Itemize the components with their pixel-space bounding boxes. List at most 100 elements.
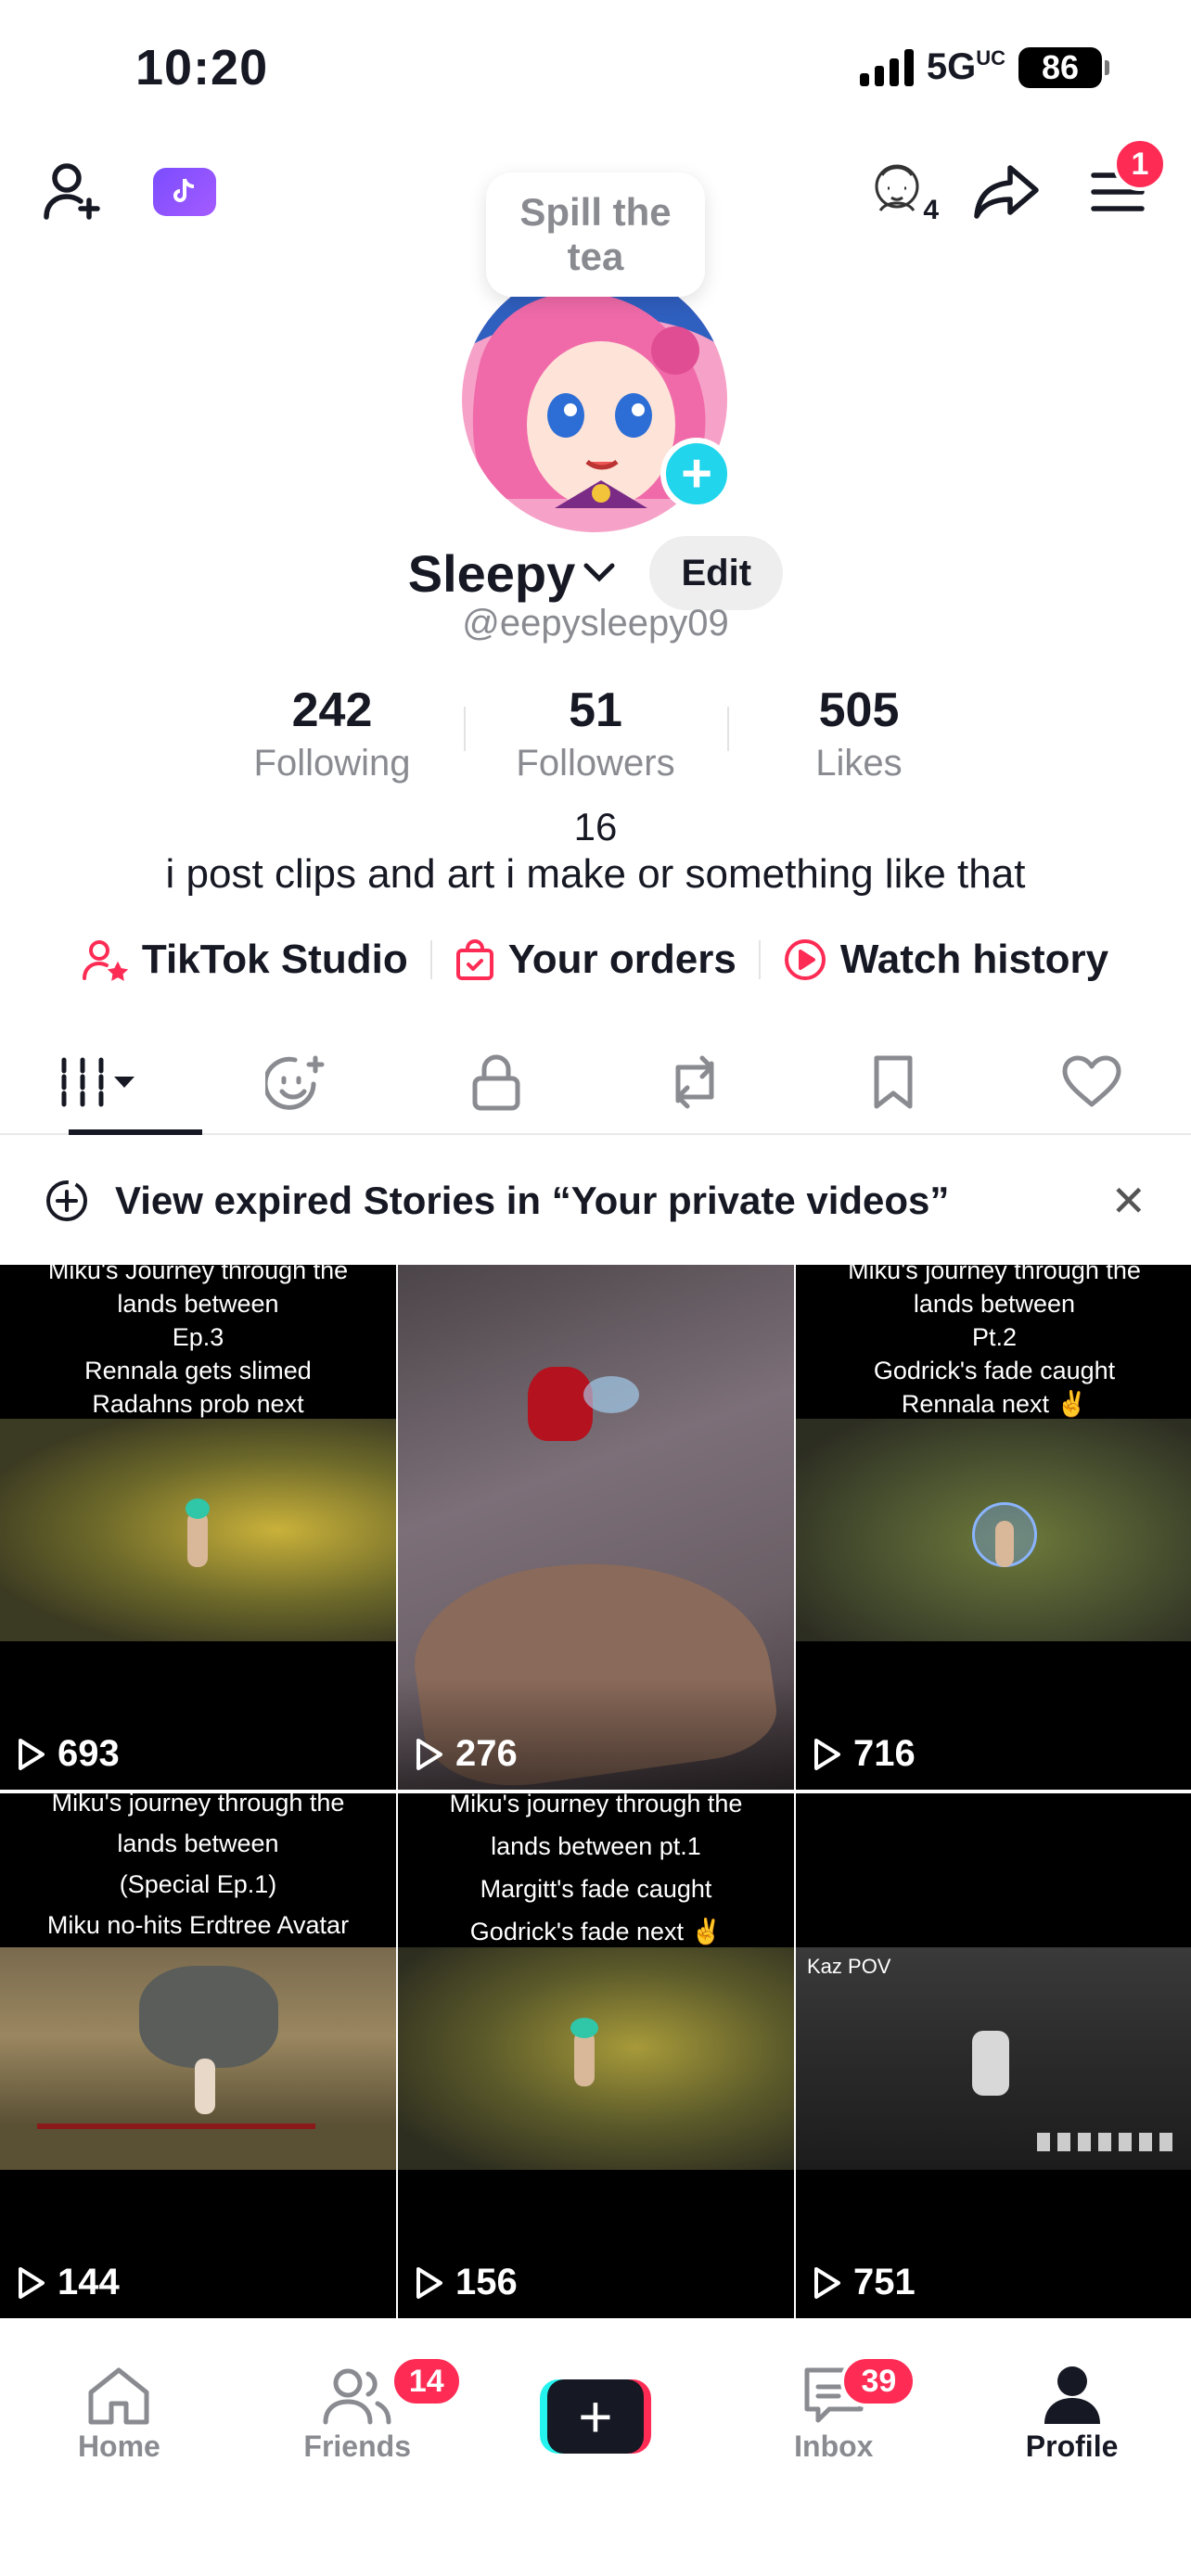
view-count: 144 [17,2262,120,2303]
story-plus-icon [46,1180,87,1221]
heart-icon [1062,1055,1121,1107]
create-button[interactable]: + [539,2379,651,2454]
video-thumbnail [398,1947,794,2170]
share-icon[interactable] [970,156,1043,228]
play-icon [416,1738,442,1770]
divider [429,940,432,979]
stat-value: 505 [818,683,900,737]
play-icon [814,2266,840,2299]
stat-label: Followers [516,743,675,784]
view-count: 276 [415,1733,518,1775]
view-count: 693 [17,1733,120,1775]
your-orders-label: Your orders [507,937,736,982]
view-count: 716 [813,1733,916,1775]
play-icon [19,2266,45,2299]
stat-following[interactable]: 242 Following [200,682,464,788]
play-icon [416,2266,442,2299]
nav-home[interactable]: Home [0,2365,238,2576]
bio-text: i post clips and art i make or something… [165,851,1026,897]
video-tile[interactable]: Miku's journey through the lands between… [796,1265,1191,1790]
view-count: 751 [813,2262,916,2303]
battery-indicator: 86 [1018,46,1109,88]
add-story-button[interactable]: + [660,438,733,510]
bio-number: 16 [573,805,618,848]
nav-create[interactable]: + [477,2365,715,2576]
nav-friends[interactable]: Friends 14 [238,2355,477,2576]
nav-label: Friends [303,2429,411,2463]
video-thumbnail [0,1419,396,1641]
video-caption: Miku's journey through the lands between… [46,1793,350,1939]
tab-reposts-stickers[interactable] [198,1031,397,1133]
lock-icon [472,1054,520,1111]
friends-avatar-icon[interactable]: 4 [859,156,942,228]
your-orders-link[interactable]: Your orders [455,937,736,983]
expired-stories-notice[interactable]: View expired Stories in “Your private vi… [0,1137,1191,1265]
menu-notification-badge: 1 [1113,137,1167,191]
video-tile[interactable]: Miku's journey through the lands between… [398,1793,794,2318]
nav-inbox[interactable]: Inbox 39 [714,2355,953,2576]
video-grid: Miku's Journey through the lands between… [0,1265,1191,2318]
video-tile[interactable]: Miku's Journey through the lands between… [0,1265,396,1790]
status-indicators: 5GUC 86 [859,46,1109,88]
view-count: 156 [415,2262,518,2303]
bottom-nav: Home Friends 14 + Inbox 39 Profile [0,2342,1191,2576]
play-circle-icon [784,939,826,980]
video-tile[interactable]: Miku's journey through the lands between… [0,1793,396,2318]
profile-links: TikTok Studio Your orders Watch history [0,937,1191,983]
nav-label: Inbox [794,2429,874,2463]
video-caption: Miku's journey through the lands between… [449,1793,743,1945]
bookmark-icon [874,1055,913,1109]
status-time: 10:20 [135,40,269,96]
nav-label: Profile [1025,2429,1119,2463]
shopping-bag-icon [455,939,493,980]
add-friend-icon[interactable] [37,156,109,228]
profile-handle: @eepysleepy09 [462,603,729,644]
tab-videos[interactable] [0,1031,202,1135]
video-tile[interactable]: 276 [398,1265,794,1790]
video-tile[interactable]: Kaz POV 751 [796,1793,1191,2318]
play-icon [814,1738,840,1770]
nav-profile[interactable]: Profile [953,2365,1191,2576]
profile-name: Sleepy [407,543,576,603]
notice-text: View expired Stories in “Your private vi… [115,1179,950,1222]
video-thumbnail [0,1947,396,2170]
profile-icon [1044,2366,1100,2424]
menu-icon[interactable]: 1 [1082,137,1167,228]
signal-icon [859,48,914,86]
tiktok-studio-link[interactable]: TikTok Studio [82,937,408,983]
tab-reposts[interactable] [596,1031,794,1133]
video-thumbnail: Kaz POV [796,1947,1191,2170]
sparkle-face-icon [265,1055,325,1110]
chevron-down-icon [583,563,615,582]
edit-profile-button[interactable]: Edit [649,536,784,610]
video-overlay-label: Kaz POV [807,1955,891,1978]
close-icon[interactable]: ✕ [1110,1176,1146,1226]
friends-icon [323,2368,391,2425]
watch-history-label: Watch history [839,937,1109,982]
account-switcher[interactable]: Sleepy [408,543,617,604]
profile-name-row: Sleepy Edit [0,536,1191,610]
video-caption: Miku's Journey through the lands between… [47,1265,349,1418]
network-label: 5GUC [926,46,1005,87]
tiktok-studio-label: TikTok Studio [141,937,408,982]
tab-favorites[interactable] [794,1031,992,1133]
tea-prompt-bubble[interactable]: Spill the tea [486,172,705,297]
stat-likes[interactable]: 505 Likes [727,682,991,788]
friends-badge: 14 [390,2355,463,2407]
tab-liked[interactable] [992,1031,1191,1133]
stat-followers[interactable]: 51 Followers [464,682,727,788]
inbox-badge: 39 [840,2355,917,2407]
creator-star-icon [82,940,129,981]
play-icon [19,1738,45,1770]
tab-private[interactable] [397,1031,596,1133]
stat-value: 242 [291,683,373,737]
profile-stats: 242 Following 51 Followers 505 Likes [200,682,991,788]
friends-count: 4 [923,195,939,225]
video-caption: Miku's journey through the lands between… [848,1265,1141,1418]
repost-icon [675,1055,714,1109]
stat-value: 51 [569,683,622,737]
tiktok-studio-shortcut-icon[interactable] [148,156,221,228]
stat-label: Following [253,743,411,784]
divider [758,940,761,979]
watch-history-link[interactable]: Watch history [783,937,1108,983]
